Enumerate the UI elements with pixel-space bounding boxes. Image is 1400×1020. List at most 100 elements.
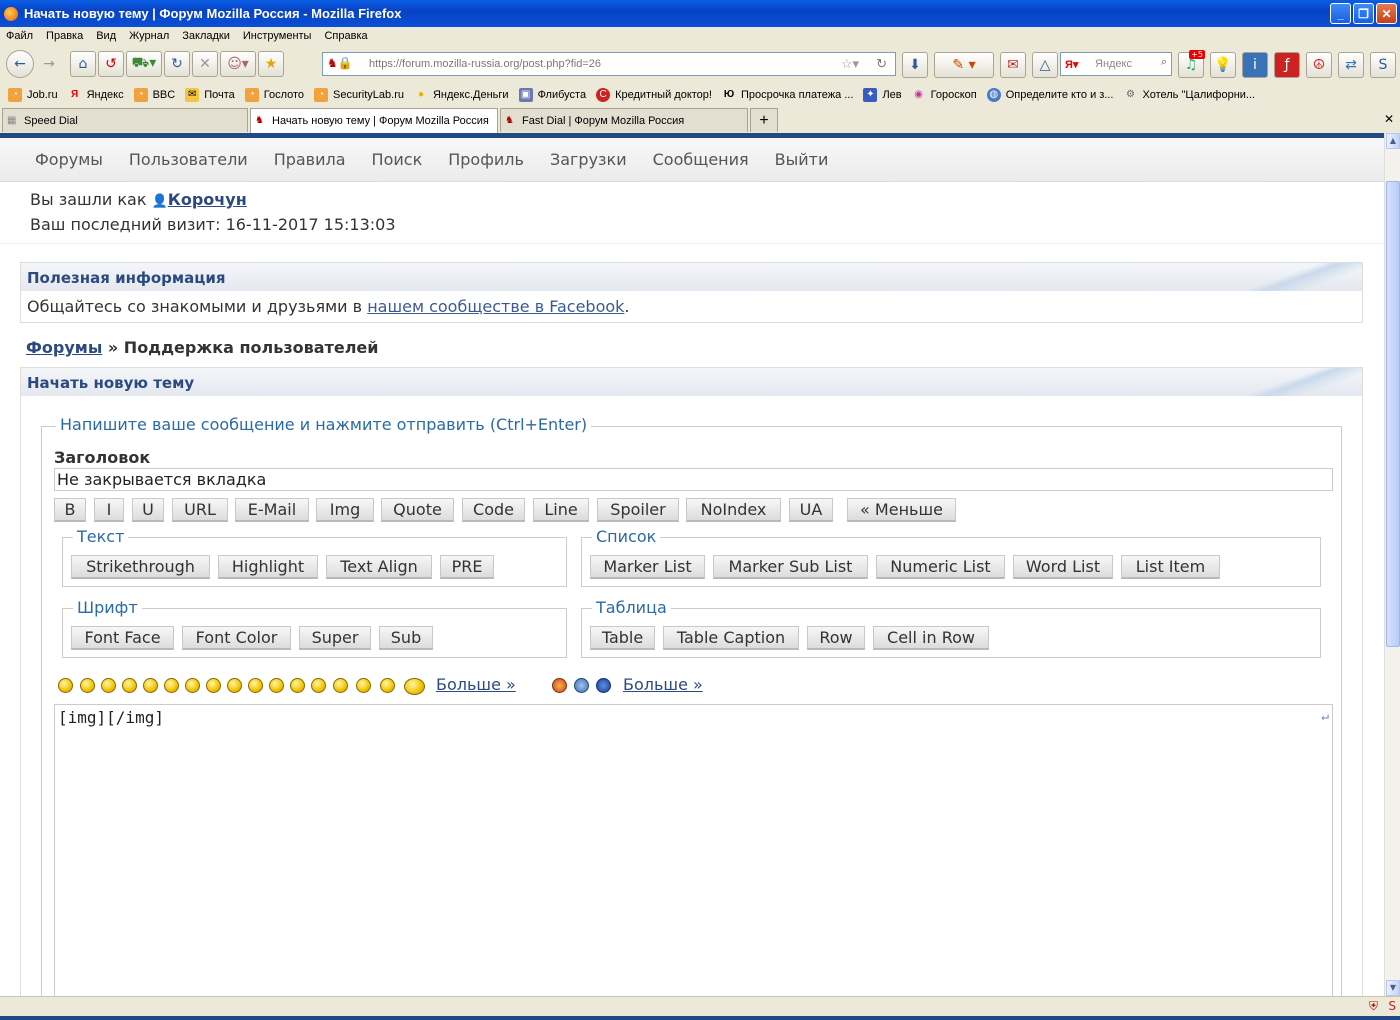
smiley-icon[interactable] [58, 678, 73, 693]
scroll-down-icon[interactable]: ▼ [1386, 980, 1400, 996]
ublock-icon[interactable]: ⛨ [1369, 999, 1378, 1014]
music-button[interactable]: ♫ +5 [1178, 50, 1205, 78]
smiley-icon[interactable] [269, 678, 284, 693]
numeric-list-button[interactable]: Numeric List [876, 555, 1005, 579]
firefox-icon[interactable] [552, 678, 567, 693]
sync-button[interactable]: ⛟▾ [126, 51, 162, 77]
message-textarea[interactable]: [img][/img] ↵ [54, 704, 1333, 996]
close-window-button[interactable]: ✕ [1376, 3, 1397, 24]
img-button[interactable]: Img [316, 498, 374, 522]
code-button[interactable]: Code [462, 498, 525, 522]
nav-search[interactable]: Поиск [372, 150, 423, 169]
menu-history[interactable]: Журнал [129, 30, 169, 42]
text-align-button[interactable]: Text Align [326, 555, 432, 579]
menu-edit[interactable]: Правка [46, 30, 83, 42]
breadcrumb-forums-link[interactable]: Форумы [26, 338, 102, 357]
s-status-icon[interactable]: S [1388, 999, 1396, 1013]
smiley-icon[interactable] [356, 678, 371, 693]
bookmark-yandex-money[interactable]: ● Яндекс.Деньги [414, 88, 509, 102]
bookmark-bbc[interactable]: ◔ BBC [133, 88, 175, 102]
feedback-button[interactable]: ✉ [1000, 52, 1026, 78]
search-box[interactable]: Я▾ Яндекс ⌕ [1060, 52, 1172, 76]
smiley-icon[interactable] [248, 678, 263, 693]
smiley-icon[interactable] [80, 678, 95, 693]
bookmark-hotel[interactable]: ⚙ Хотель "Цалифорни... [1123, 88, 1255, 102]
bookmark-identify[interactable]: ◍ Определите кто и з... [986, 88, 1113, 102]
back-button[interactable]: ← [6, 50, 34, 78]
subject-input[interactable]: Не закрывается вкладка [54, 468, 1333, 491]
row-button[interactable]: Row [807, 626, 865, 650]
bookmark-star-button[interactable]: ★ [258, 51, 284, 77]
ua-button[interactable]: UA [789, 498, 833, 522]
skype-button[interactable]: S [1370, 52, 1396, 78]
home-button[interactable]: ⌂ [70, 51, 96, 77]
menu-help[interactable]: Справка [324, 30, 367, 42]
list-item-button[interactable]: List Item [1121, 555, 1220, 579]
close-tab-icon[interactable]: ✕ [1384, 112, 1394, 126]
url-reload-icon[interactable]: ↻ [876, 56, 887, 72]
smiley-icon[interactable] [122, 678, 137, 693]
menu-tools[interactable]: Инструменты [243, 30, 312, 42]
tab-new-topic[interactable]: ♞ Начать новую тему | Форум Mozilla Росси… [250, 108, 498, 133]
bookmark-jobru[interactable]: ◔ Job.ru [8, 88, 58, 102]
tab-fast-dial[interactable]: ♞ Fast Dial | Форум Mozilla Россия [500, 108, 748, 132]
bold-button[interactable]: B [54, 498, 86, 522]
smiley-icon[interactable] [143, 678, 158, 693]
marker-sub-list-button[interactable]: Marker Sub List [713, 555, 868, 579]
stop-button[interactable]: ✕ [192, 51, 218, 77]
facebook-link[interactable]: нашем сообществе в Facebook [367, 297, 624, 316]
bookmark-leo[interactable]: ✦ Лев [863, 88, 902, 102]
table-button[interactable]: Table [590, 626, 655, 650]
username-link[interactable]: Корочун [168, 190, 247, 209]
bookmark-credit-doctor[interactable]: C Кредитный доктор! [596, 88, 712, 102]
menu-view[interactable]: Вид [96, 30, 116, 42]
bookmark-page-star-icon[interactable]: ☆▾ [841, 56, 859, 72]
smiley-icon[interactable] [227, 678, 242, 693]
scroll-thumb[interactable] [1386, 181, 1400, 647]
smiley-icon[interactable] [185, 678, 200, 693]
nav-uploads[interactable]: Загрузки [550, 150, 627, 169]
smiley-icon[interactable] [333, 678, 348, 693]
super-button[interactable]: Super [299, 626, 371, 650]
addon-dropdown-button[interactable]: ✎ ▾ [934, 52, 994, 78]
nav-users[interactable]: Пользователи [129, 150, 248, 169]
pre-button[interactable]: PRE [440, 555, 494, 579]
font-face-button[interactable]: Font Face [71, 626, 174, 650]
bookmark-securitylab[interactable]: ◔ SecurityLab.ru [314, 88, 404, 102]
smiley-icon[interactable] [164, 678, 179, 693]
font-color-button[interactable]: Font Color [182, 626, 291, 650]
line-button[interactable]: Line [533, 498, 589, 522]
menu-file[interactable]: Файл [6, 30, 33, 42]
strikethrough-button[interactable]: Strikethrough [71, 555, 210, 579]
forward-button[interactable]: → [36, 51, 62, 77]
smiley-icon[interactable] [101, 678, 116, 693]
spoiler-button[interactable]: Spoiler [597, 498, 679, 522]
flash-button[interactable]: ƒ [1274, 52, 1300, 78]
undo-close-button[interactable]: ↺ [98, 51, 124, 77]
downloads-button[interactable]: ⬇ [902, 52, 928, 78]
url-bar[interactable]: ♞🔒 https://forum.mozilla-russia.org/post… [322, 52, 896, 76]
tab-speed-dial[interactable]: ▦ Speed Dial [2, 108, 248, 132]
tracking-button[interactable]: △ [1032, 52, 1058, 78]
smiley-icon[interactable] [404, 678, 425, 695]
translate-button[interactable]: ⇄ [1338, 52, 1364, 78]
more-smileys-link[interactable]: Больше » [436, 675, 516, 694]
thunderbird-icon[interactable] [574, 678, 589, 693]
addon-monkey-button[interactable]: ☺▾ [220, 51, 256, 77]
new-tab-button[interactable]: + [750, 108, 778, 132]
seamonkey-icon[interactable] [596, 678, 611, 693]
underline-button[interactable]: U [132, 498, 164, 522]
cell-in-row-button[interactable]: Cell in Row [873, 626, 989, 650]
info-button[interactable]: i [1242, 52, 1268, 78]
url-button[interactable]: URL [172, 498, 228, 522]
bookmark-yandex[interactable]: Я Яндекс [68, 88, 124, 102]
menu-bookmarks[interactable]: Закладки [182, 30, 230, 42]
noindex-button[interactable]: NoIndex [686, 498, 781, 522]
bookmark-horoscope[interactable]: ◉ Гороскоп [912, 88, 976, 102]
nav-messages[interactable]: Сообщения [653, 150, 749, 169]
highlight-button[interactable]: Highlight [218, 555, 318, 579]
search-icon[interactable]: ⌕ [1161, 56, 1167, 69]
nav-profile[interactable]: Профиль [448, 150, 524, 169]
italic-button[interactable]: I [94, 498, 124, 522]
minimize-button[interactable]: _ [1330, 3, 1351, 24]
